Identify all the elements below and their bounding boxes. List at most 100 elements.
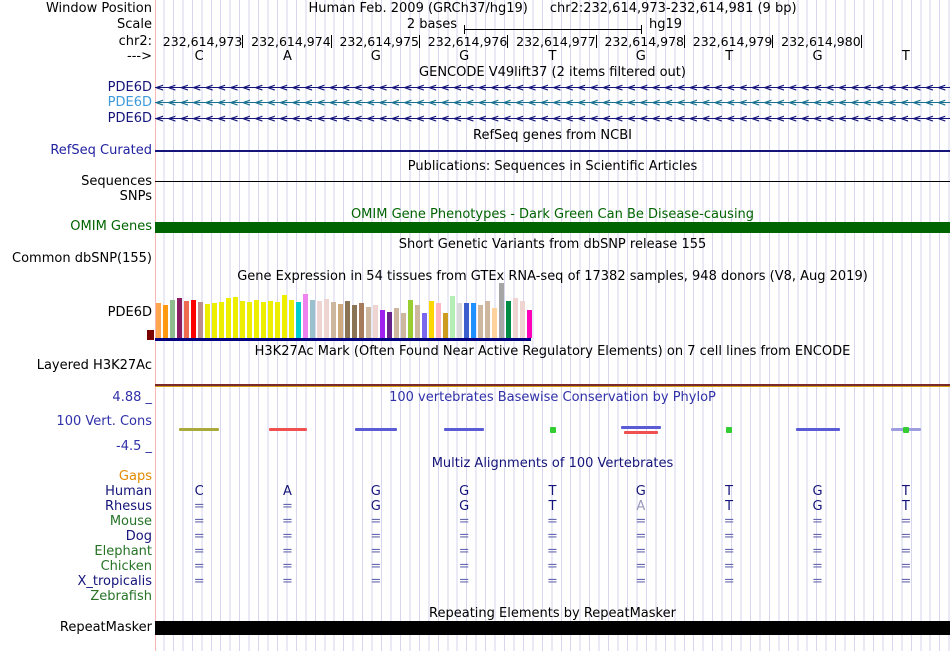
sequences-line[interactable] bbox=[155, 181, 950, 182]
gencode-transcript-3[interactable]: <<<<<<<<<<<<<<<<<<<<<<<<<<<<<<<<<<<<<<<<… bbox=[155, 112, 950, 126]
multiz-species-label[interactable]: Mouse bbox=[110, 515, 152, 529]
gtex-expression-bar[interactable] bbox=[527, 310, 532, 338]
gtex-expression-bar[interactable] bbox=[310, 300, 315, 338]
gtex-expression-bar[interactable] bbox=[471, 303, 476, 338]
h3k27ac-signal-line-2[interactable] bbox=[155, 386, 950, 387]
gtex-expression-bar[interactable] bbox=[163, 305, 168, 338]
gtex-expression-bar[interactable] bbox=[443, 313, 448, 338]
phylop-conservation-mark[interactable] bbox=[179, 428, 220, 431]
scale-assembly: hg19 bbox=[649, 17, 683, 32]
gtex-expression-bar[interactable] bbox=[373, 305, 378, 338]
strand-arrow[interactable]: ---> bbox=[127, 50, 152, 64]
h3k27ac-label[interactable]: Layered H3K27Ac bbox=[37, 359, 152, 373]
phylop-conservation-mark[interactable] bbox=[902, 427, 909, 433]
gtex-expression-bar[interactable] bbox=[422, 313, 427, 338]
gencode-transcript-label-3[interactable]: PDE6D bbox=[108, 112, 152, 126]
gtex-expression-bar[interactable] bbox=[457, 303, 462, 338]
phylop-conservation-mark[interactable] bbox=[268, 428, 307, 431]
gtex-expression-bar[interactable] bbox=[240, 301, 245, 338]
phylop-label[interactable]: 100 Vert. Cons bbox=[56, 415, 152, 429]
gtex-expression-bar[interactable] bbox=[506, 301, 511, 338]
phylop-conservation-mark[interactable] bbox=[549, 427, 556, 433]
gtex-expression-bar[interactable] bbox=[233, 297, 238, 338]
gtex-expression-bar[interactable] bbox=[275, 302, 280, 338]
gtex-expression-bar[interactable] bbox=[191, 300, 196, 338]
gtex-expression-bar[interactable] bbox=[436, 303, 441, 338]
phylop-conservation-mark[interactable] bbox=[795, 428, 840, 431]
gtex-expression-bar[interactable] bbox=[198, 302, 203, 338]
gtex-expression-bar[interactable] bbox=[247, 302, 252, 338]
gtex-expression-bar[interactable] bbox=[387, 312, 392, 338]
gtex-expression-bar[interactable] bbox=[408, 300, 413, 338]
gtex-gene-model-box[interactable] bbox=[147, 330, 154, 340]
omim-genes-label[interactable]: OMIM Genes bbox=[70, 220, 152, 234]
gtex-expression-bar[interactable] bbox=[513, 298, 518, 338]
gtex-expression-bar[interactable] bbox=[282, 295, 287, 338]
gtex-expression-bar[interactable] bbox=[359, 303, 364, 338]
gtex-expression-bar[interactable] bbox=[212, 303, 217, 338]
gtex-expression-bar[interactable] bbox=[170, 300, 175, 338]
gtex-expression-bar[interactable] bbox=[317, 301, 322, 338]
phylop-conservation-mark[interactable] bbox=[726, 427, 733, 433]
multiz-alignment-grid[interactable]: C A G G T G T G T = = G G T A T G T = = = = = = = = = = = = = = = = = = = = = =… bbox=[155, 470, 950, 605]
gtex-expression-bar[interactable] bbox=[303, 294, 308, 338]
gtex-expression-bar[interactable] bbox=[429, 301, 434, 338]
gtex-expression-bar[interactable] bbox=[184, 301, 189, 338]
phylop-conservation-mark[interactable] bbox=[623, 431, 658, 434]
refseq-curated-label[interactable]: RefSeq Curated bbox=[50, 144, 152, 158]
gtex-expression-bar[interactable] bbox=[492, 308, 497, 338]
gtex-expression-bar[interactable] bbox=[499, 283, 504, 338]
gtex-expression-bar[interactable] bbox=[268, 301, 273, 338]
phylop-wiggle[interactable] bbox=[155, 420, 950, 440]
dbsnp-label[interactable]: Common dbSNP(155) bbox=[12, 252, 152, 266]
multiz-species-label[interactable]: Gaps bbox=[119, 470, 152, 484]
gencode-transcript-label-2[interactable]: PDE6D bbox=[108, 96, 152, 110]
gtex-expression-bar[interactable] bbox=[177, 298, 182, 338]
gtex-expression-bar[interactable] bbox=[345, 301, 350, 338]
gtex-expression-bar[interactable] bbox=[219, 302, 224, 338]
gtex-expression-bar[interactable] bbox=[296, 302, 301, 338]
phylop-conservation-mark[interactable] bbox=[620, 426, 661, 429]
gtex-expression-bar[interactable] bbox=[289, 300, 294, 338]
gtex-expression-bar[interactable] bbox=[331, 302, 336, 338]
multiz-species-label[interactable]: Dog bbox=[126, 530, 152, 544]
gtex-gene-label[interactable]: PDE6D bbox=[108, 306, 152, 320]
refseq-gene-line[interactable] bbox=[155, 150, 950, 152]
gencode-transcript-2[interactable]: <<<<<<<<<<<<<<<<<<<<<<<<<<<<<<<<<<<<<<<<… bbox=[155, 96, 950, 110]
multiz-species-label[interactable]: Human bbox=[105, 485, 152, 499]
multiz-species-label[interactable]: Chicken bbox=[101, 560, 152, 574]
gtex-expression-bar[interactable] bbox=[156, 303, 161, 338]
gtex-expression-bar[interactable] bbox=[450, 296, 455, 338]
gencode-transcript-label-1[interactable]: PDE6D bbox=[108, 81, 152, 95]
gtex-expression-bar[interactable] bbox=[254, 300, 259, 338]
repeatmasker-bar[interactable] bbox=[155, 621, 950, 635]
gtex-expression-bar[interactable] bbox=[261, 302, 266, 338]
multiz-species-label[interactable]: Zebrafish bbox=[90, 590, 152, 604]
gtex-expression-bar[interactable] bbox=[464, 303, 469, 338]
gtex-baseline[interactable] bbox=[155, 338, 531, 341]
gtex-expression-bar[interactable] bbox=[338, 304, 343, 338]
phylop-conservation-mark[interactable] bbox=[354, 428, 397, 431]
gencode-transcript-1[interactable]: <<<<<<<<<<<<<<<<<<<<<<<<<<<<<<<<<<<<<<<<… bbox=[155, 81, 950, 95]
gtex-expression-bar[interactable] bbox=[366, 307, 371, 338]
gtex-expression-bar[interactable] bbox=[485, 301, 490, 338]
gtex-expression-bar[interactable] bbox=[352, 305, 357, 338]
gtex-expression-bar[interactable] bbox=[415, 305, 420, 338]
gtex-expression-bar[interactable] bbox=[226, 298, 231, 338]
gtex-expression-bar[interactable] bbox=[401, 313, 406, 338]
phylop-conservation-mark[interactable] bbox=[444, 428, 485, 431]
gtex-expression-bar[interactable] bbox=[520, 301, 525, 338]
gtex-expression-bar[interactable] bbox=[324, 299, 329, 338]
sequences-label[interactable]: Sequences bbox=[81, 175, 152, 189]
gtex-expression-bar[interactable] bbox=[380, 310, 385, 338]
multiz-species-label[interactable]: X_tropicalis bbox=[78, 575, 153, 589]
gtex-barchart[interactable] bbox=[156, 283, 536, 338]
gtex-expression-bar[interactable] bbox=[478, 305, 483, 338]
gtex-expression-bar[interactable] bbox=[205, 304, 210, 338]
multiz-species-label[interactable]: Elephant bbox=[94, 545, 152, 559]
multiz-species-label[interactable]: Rhesus bbox=[105, 500, 152, 514]
snps-label[interactable]: SNPs bbox=[120, 190, 152, 204]
repeatmasker-label[interactable]: RepeatMasker bbox=[60, 621, 152, 635]
omim-gene-bar[interactable] bbox=[155, 222, 950, 233]
gtex-expression-bar[interactable] bbox=[394, 308, 399, 338]
